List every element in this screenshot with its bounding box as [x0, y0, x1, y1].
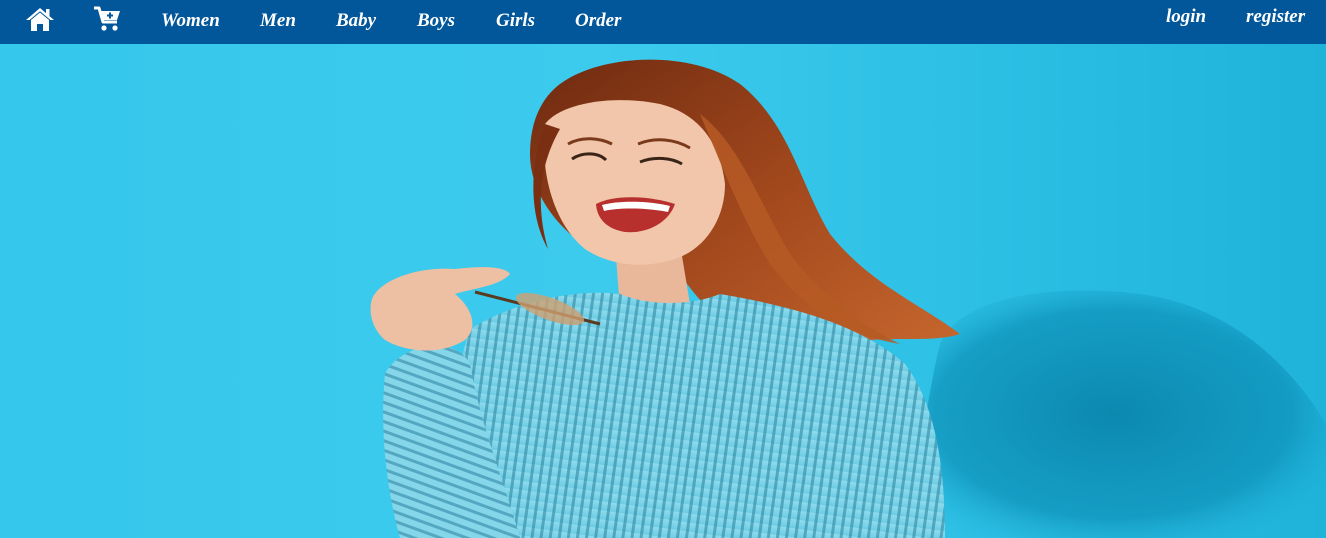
- hero-banner: [0, 44, 1326, 538]
- login-link[interactable]: login: [1166, 7, 1206, 27]
- nav-link-boys[interactable]: Boys: [417, 11, 455, 31]
- face: [545, 100, 725, 265]
- nav-link-women[interactable]: Women: [161, 11, 220, 31]
- hero-image: [370, 59, 1326, 538]
- nav-link-baby[interactable]: Baby: [336, 11, 376, 31]
- nav-link-men[interactable]: Men: [260, 11, 296, 31]
- home-icon-graphic: [26, 8, 54, 31]
- home-icon[interactable]: [25, 5, 55, 33]
- register-link[interactable]: register: [1246, 7, 1305, 27]
- wall-shadow: [900, 290, 1326, 538]
- cart-icon-graphic: [94, 6, 120, 31]
- nav-link-order[interactable]: Order: [575, 11, 621, 31]
- top-navbar: Women Men Baby Boys Girls Order login re…: [0, 0, 1326, 44]
- nav-link-girls[interactable]: Girls: [496, 11, 535, 31]
- cart-icon[interactable]: [92, 5, 122, 33]
